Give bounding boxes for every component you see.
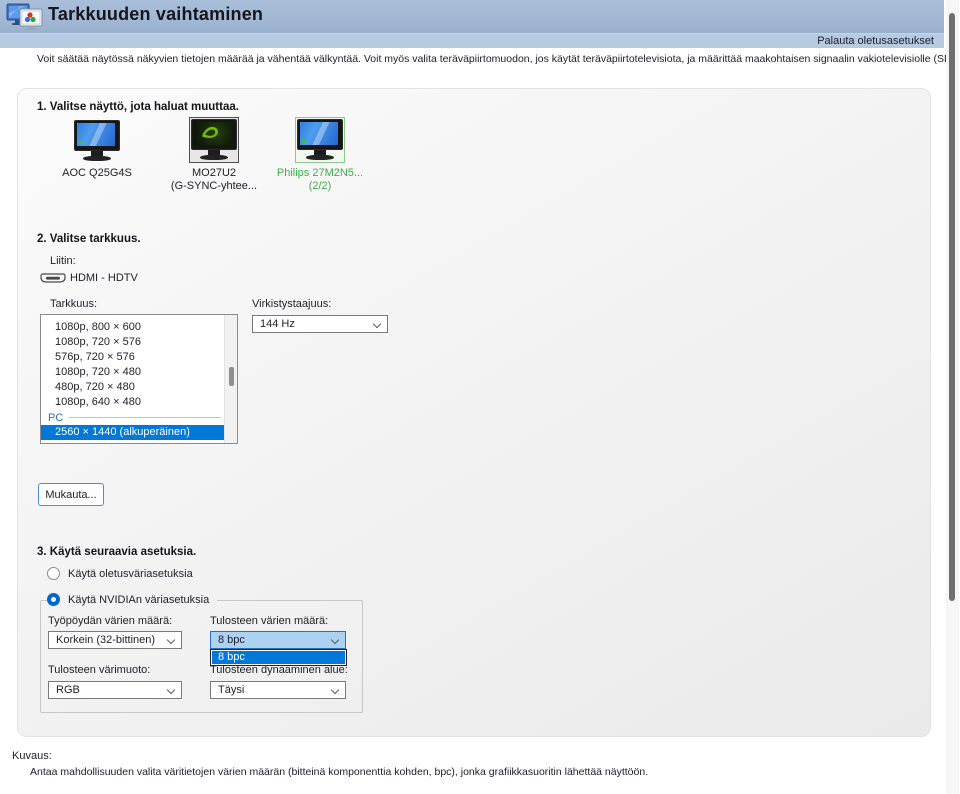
dynamic-range-value: Täysi [218, 684, 245, 696]
refresh-rate-value: 144 Hz [260, 318, 295, 330]
resolution-option[interactable]: 1080p, 720 × 576 [41, 335, 237, 350]
radio-checked-icon [47, 593, 60, 606]
chevron-down-icon [372, 319, 382, 329]
monitor-base [306, 155, 334, 160]
power-led [302, 140, 306, 143]
connector-label: Liitin: [50, 255, 76, 267]
description-caption: Kuvaus: [12, 750, 52, 762]
nvidia-logo-icon [201, 125, 225, 145]
listbox-scrollbar-thumb[interactable] [229, 367, 234, 386]
output-depth-dropdown: 8 bpc [210, 649, 347, 666]
display-mo27u2[interactable] [189, 117, 239, 163]
radio-nvidia-label: Käytä NVIDIAn väriasetuksia [68, 593, 210, 606]
chevron-down-icon [166, 685, 176, 695]
page-description: Voit säätää näytössä näkyvien tietojen m… [37, 53, 958, 65]
sub-bar: Palauta oletusasetukset [0, 33, 944, 48]
change-resolution-icon [6, 3, 44, 31]
power-led [79, 141, 83, 144]
monitor-screen [77, 123, 115, 146]
restore-defaults-button[interactable]: Palauta oletusasetukset [817, 35, 934, 47]
section2-heading: 2. Valitse tarkkuus. [37, 233, 141, 245]
desktop-depth-label: Työpöydän värien määrä: [48, 615, 173, 627]
chevron-down-icon [166, 635, 176, 645]
dynamic-range-combobox[interactable]: Täysi [210, 681, 346, 699]
output-depth-label: Tulosteen värien määrä: [210, 615, 329, 627]
refresh-rate-combobox[interactable]: 144 Hz [252, 315, 388, 333]
output-format-value: RGB [56, 684, 80, 696]
desktop-depth-combobox[interactable]: Korkein (32-bittinen) [48, 631, 182, 649]
nvidia-control-panel-page: Tarkkuuden vaihtaminen Palauta oletusase… [0, 0, 960, 794]
monitor-base [200, 155, 228, 160]
display-philips-sublabel[interactable]: (2/2) [309, 180, 332, 192]
resolution-option[interactable]: 1080p, 640 × 480 [41, 395, 237, 410]
refresh-rate-label: Virkistystaajuus: [252, 298, 332, 310]
display-mo27u2-label[interactable]: MO27U2 [192, 167, 236, 179]
page-scrollbar[interactable] [946, 0, 959, 794]
display-philips-label[interactable]: Philips 27M2N5... [277, 167, 363, 179]
desktop-depth-value: Korkein (32-bittinen) [56, 634, 156, 646]
output-depth-combobox[interactable]: 8 bpc [210, 631, 346, 649]
hdmi-connector-icon [40, 272, 66, 290]
customize-button[interactable]: Mukauta... [38, 483, 104, 506]
resolution-option-selected[interactable]: 2560 × 1440 (alkuperäinen) [41, 425, 224, 440]
radio-icon [47, 567, 60, 580]
resolution-option[interactable]: 1080p, 720 × 480 [41, 365, 237, 380]
display-philips[interactable] [295, 117, 345, 163]
radio-nvidia-colors[interactable]: Käytä NVIDIAn väriasetuksia [47, 593, 218, 606]
output-format-label: Tulosteen värimuoto: [48, 664, 151, 676]
listbox-scrollbar[interactable] [224, 315, 237, 443]
monitor-screen-nvidia [194, 122, 232, 145]
output-format-combobox[interactable]: RGB [48, 681, 182, 699]
monitor-screen [300, 122, 338, 145]
chevron-down-icon [330, 635, 340, 645]
resolution-option[interactable]: 480p, 720 × 480 [41, 380, 237, 395]
resolution-label: Tarkkuus: [50, 298, 98, 310]
title-bar: Tarkkuuden vaihtaminen [0, 0, 944, 33]
resolution-group-pc: PC [41, 410, 237, 425]
resolution-listbox[interactable]: 1080p, 800 × 600 1080p, 720 × 576 576p, … [40, 314, 238, 444]
section3-heading: 3. Käytä seuraavia asetuksia. [37, 546, 197, 558]
output-depth-option[interactable]: 8 bpc [212, 651, 345, 664]
chevron-down-icon [330, 685, 340, 695]
description-text: Antaa mahdollisuuden valita väritietojen… [30, 766, 649, 778]
radio-default-colors[interactable]: Käytä oletusväriasetuksia [47, 567, 193, 580]
monitor-base [83, 156, 111, 161]
display-mo27u2-sublabel[interactable]: (G-SYNC-yhtee... [171, 180, 257, 192]
display-aoc-label[interactable]: AOC Q25G4S [62, 167, 132, 179]
output-depth-value: 8 bpc [218, 634, 245, 646]
section1-heading: 1. Valitse näyttö, jota haluat muuttaa. [37, 101, 239, 113]
page-scrollbar-thumb[interactable] [949, 13, 955, 601]
connector-value: HDMI - HDTV [70, 272, 138, 284]
settings-panel: 1. Valitse näyttö, jota haluat muuttaa. … [17, 88, 931, 737]
radio-default-label: Käytä oletusväriasetuksia [68, 567, 193, 580]
page-title: Tarkkuuden vaihtaminen [48, 4, 264, 24]
resolution-option[interactable]: 576p, 720 × 576 [41, 350, 237, 365]
display-aoc[interactable] [74, 120, 120, 162]
resolution-option[interactable]: 1080p, 800 × 600 [41, 320, 237, 335]
